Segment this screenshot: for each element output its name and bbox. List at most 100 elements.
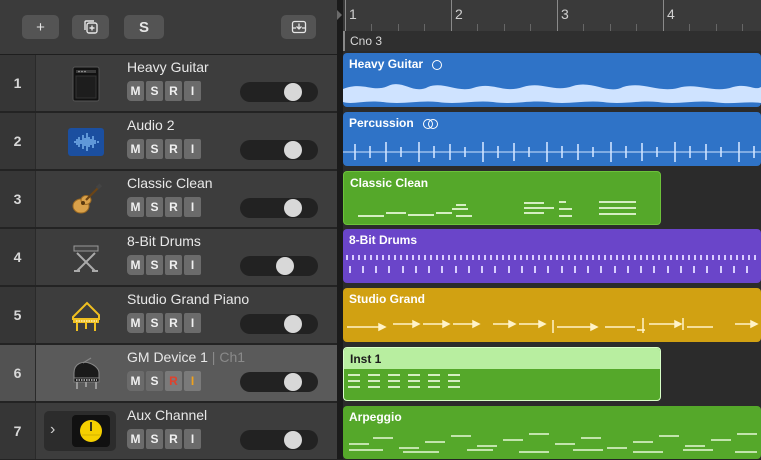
- solo-button[interactable]: S: [146, 371, 163, 391]
- loop-circle-icon: [432, 59, 443, 70]
- track-row[interactable]: 5 Studio Grand Piano M S R I: [0, 287, 337, 344]
- volume-knob[interactable]: [284, 315, 302, 333]
- track-header-toolbar: + S: [0, 0, 337, 55]
- volume-slider[interactable]: [240, 372, 318, 392]
- s-label: S: [138, 18, 149, 36]
- audio-region[interactable]: Percussion: [343, 112, 761, 166]
- add-track-button[interactable]: +: [22, 15, 59, 39]
- track-row[interactable]: 7 › Aux Channel M S R I: [0, 403, 337, 460]
- region-name: Arpeggio: [349, 410, 402, 424]
- track-row[interactable]: 3 Classic Clean M S R I: [0, 171, 337, 228]
- mute-button[interactable]: M: [127, 371, 144, 391]
- record-enable-button[interactable]: R: [165, 81, 182, 101]
- show-shortcut-button[interactable]: S: [124, 15, 164, 39]
- duplicate-track-button[interactable]: [72, 15, 109, 39]
- beat-tick: [716, 24, 717, 31]
- input-monitor-button[interactable]: I: [184, 371, 201, 391]
- timeline-ruler[interactable]: 1 2 3 4: [343, 0, 761, 31]
- track-number: 7: [0, 403, 36, 459]
- marker-label[interactable]: Cno 3: [350, 34, 382, 48]
- record-enable-button[interactable]: R: [165, 139, 182, 159]
- aux-meter-icon: [72, 415, 110, 447]
- volume-slider[interactable]: [240, 430, 318, 450]
- loop-rings-icon: [423, 118, 439, 129]
- track-name[interactable]: Audio 2: [127, 117, 174, 133]
- midi-region[interactable]: Classic Clean: [343, 171, 661, 225]
- input-monitor-button[interactable]: I: [184, 255, 201, 275]
- track-name[interactable]: Heavy Guitar: [127, 59, 209, 75]
- midi-region-selected[interactable]: Inst 1: [343, 347, 661, 401]
- record-enable-button[interactable]: R: [165, 371, 182, 391]
- track-row[interactable]: 1 Heavy Guitar M S R I: [0, 55, 337, 112]
- region-name-text: Heavy Guitar: [349, 57, 424, 71]
- mute-button[interactable]: M: [127, 197, 144, 217]
- track-name[interactable]: Studio Grand Piano: [127, 291, 249, 307]
- solo-button[interactable]: S: [146, 197, 163, 217]
- track-name[interactable]: GM Device 1 | Ch1: [127, 349, 245, 365]
- track-name[interactable]: Aux Channel: [127, 407, 207, 423]
- bar-number: 2: [455, 6, 463, 22]
- beat-tick: [398, 24, 399, 31]
- input-monitor-button[interactable]: I: [184, 81, 201, 101]
- volume-slider[interactable]: [240, 140, 318, 160]
- solo-button[interactable]: S: [146, 255, 163, 275]
- track-name[interactable]: Classic Clean: [127, 175, 213, 191]
- track-number: 5: [0, 287, 36, 343]
- midi-region[interactable]: Arpeggio: [343, 406, 761, 459]
- acoustic-guitar-icon: [66, 181, 106, 219]
- volume-slider[interactable]: [240, 82, 318, 102]
- volume-knob[interactable]: [276, 257, 294, 275]
- track-row[interactable]: 4 8-Bit Drums M S R I: [0, 229, 337, 286]
- mute-button[interactable]: M: [127, 255, 144, 275]
- input-monitor-button[interactable]: I: [184, 429, 201, 449]
- midi-notes: [349, 433, 757, 453]
- track-name[interactable]: 8-Bit Drums: [127, 233, 201, 249]
- grand-piano-outline-icon: [66, 297, 106, 335]
- region-name-text: Percussion: [349, 116, 414, 130]
- track-row[interactable]: 2 Audio 2 M S R I: [0, 113, 337, 170]
- volume-knob[interactable]: [284, 199, 302, 217]
- beat-tick: [689, 24, 690, 31]
- audio-waveform-icon: [66, 123, 106, 161]
- beat-tick: [477, 24, 478, 31]
- volume-slider[interactable]: [240, 198, 318, 218]
- record-enable-button[interactable]: R: [165, 197, 182, 217]
- volume-knob[interactable]: [284, 431, 302, 449]
- solo-button[interactable]: S: [146, 429, 163, 449]
- record-enable-button[interactable]: R: [165, 313, 182, 333]
- tracks-area[interactable]: Heavy Guitar Percussion Classic Clean 8-…: [343, 51, 761, 459]
- solo-button[interactable]: S: [146, 139, 163, 159]
- track-number: 1: [0, 55, 36, 111]
- track-list: 1 Heavy Guitar M S R I 2 Audio 2 M S R I…: [0, 55, 337, 460]
- disclosure-chevron-icon[interactable]: ›: [50, 421, 55, 439]
- volume-slider[interactable]: [240, 314, 318, 334]
- mute-button[interactable]: M: [127, 429, 144, 449]
- volume-knob[interactable]: [284, 373, 302, 391]
- marker-lane[interactable]: Cno 3: [343, 31, 761, 52]
- bar-line: [345, 0, 346, 31]
- keyboard-stand-icon: [66, 239, 106, 277]
- volume-knob[interactable]: [284, 141, 302, 159]
- download-button[interactable]: [281, 15, 316, 39]
- drummer-region[interactable]: 8-Bit Drums: [343, 229, 761, 283]
- volume-knob[interactable]: [284, 83, 302, 101]
- mute-button[interactable]: M: [127, 313, 144, 333]
- mute-button[interactable]: M: [127, 139, 144, 159]
- beat-tick: [530, 24, 531, 31]
- midi-region[interactable]: Studio Grand: [343, 288, 761, 342]
- beat-tick: [583, 24, 584, 31]
- record-enable-button[interactable]: R: [165, 255, 182, 275]
- marker-line: [343, 31, 345, 51]
- duplicate-track-icon: [83, 20, 98, 34]
- solo-button[interactable]: S: [146, 313, 163, 333]
- record-enable-button[interactable]: R: [165, 429, 182, 449]
- solo-button[interactable]: S: [146, 81, 163, 101]
- input-monitor-button[interactable]: I: [184, 139, 201, 159]
- mute-button[interactable]: M: [127, 81, 144, 101]
- track-row-selected[interactable]: 6 GM Device 1 | Ch1 M S R I: [0, 345, 337, 402]
- volume-slider[interactable]: [240, 256, 318, 276]
- audio-region[interactable]: Heavy Guitar: [343, 53, 761, 107]
- input-monitor-button[interactable]: I: [184, 197, 201, 217]
- input-monitor-button[interactable]: I: [184, 313, 201, 333]
- bar-line: [663, 0, 664, 31]
